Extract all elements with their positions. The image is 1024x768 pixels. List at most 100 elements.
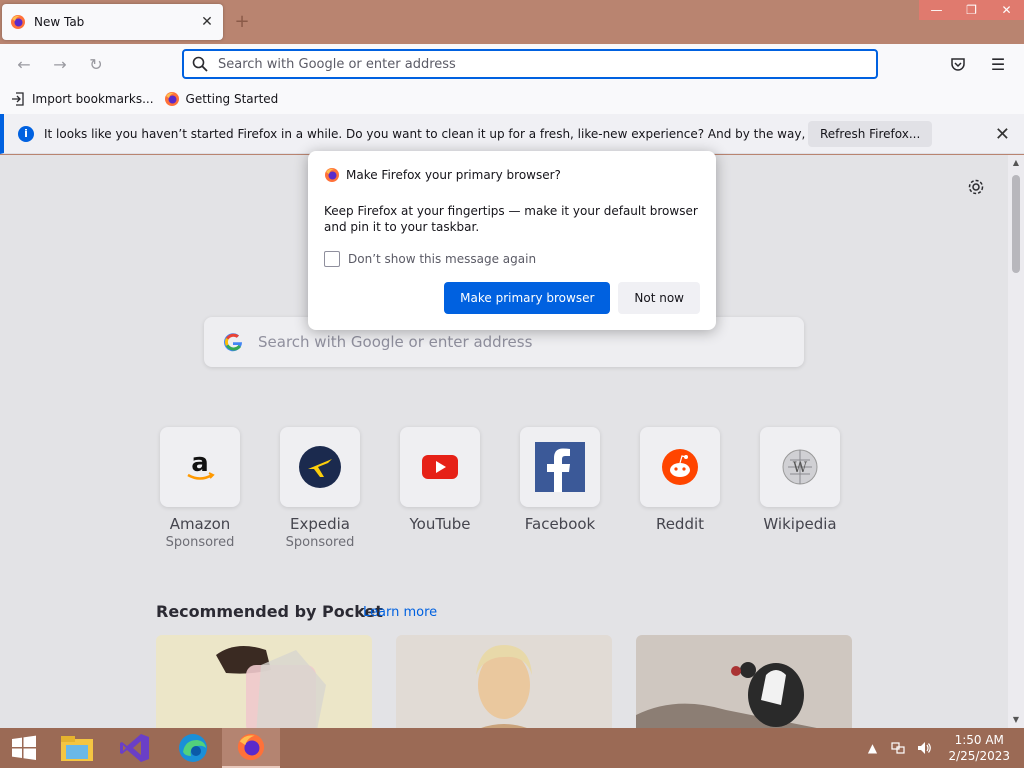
notification-text: It looks like you haven’t started Firefo… bbox=[44, 126, 900, 141]
top-site-amazon[interactable]: a Amazon Sponsored bbox=[160, 427, 240, 550]
tile-title: Reddit bbox=[655, 515, 705, 533]
pocket-card[interactable] bbox=[396, 635, 612, 728]
top-site-expedia[interactable]: Expedia Sponsored bbox=[280, 427, 360, 550]
search-icon bbox=[192, 56, 208, 72]
forward-button[interactable]: → bbox=[42, 48, 78, 80]
page-scrollbar[interactable]: ▲ ▼ bbox=[1008, 155, 1024, 728]
pocket-card-image bbox=[636, 635, 852, 728]
new-tab-button[interactable]: + bbox=[232, 12, 252, 32]
tab-new-tab[interactable]: New Tab ✕ bbox=[2, 4, 223, 40]
taskbar-clock[interactable]: 1:50 AM 2/25/2023 bbox=[942, 732, 1010, 764]
url-bar[interactable] bbox=[182, 49, 878, 79]
navigation-bar: ← → ↻ ☰ bbox=[0, 44, 1024, 84]
youtube-icon bbox=[422, 455, 458, 479]
firefox-icon bbox=[164, 92, 179, 106]
back-button[interactable]: ← bbox=[6, 48, 42, 80]
edge-icon bbox=[179, 734, 207, 762]
amazon-icon: a bbox=[187, 448, 215, 480]
scroll-thumb[interactable] bbox=[1012, 175, 1020, 273]
bookmark-label: Import bookmarks... bbox=[32, 92, 154, 106]
tile-title: Expedia bbox=[290, 515, 350, 533]
svg-text:a: a bbox=[191, 448, 209, 478]
scroll-down-arrow-icon[interactable]: ▼ bbox=[1008, 712, 1024, 728]
pocket-icon bbox=[951, 58, 965, 71]
clock-date: 2/25/2023 bbox=[948, 749, 1010, 763]
tile-title: Wikipedia bbox=[763, 515, 837, 533]
reload-button[interactable]: ↻ bbox=[78, 48, 114, 80]
not-now-button[interactable]: Not now bbox=[618, 282, 700, 314]
url-input[interactable] bbox=[218, 56, 818, 72]
facebook-icon bbox=[535, 442, 585, 492]
expedia-icon bbox=[299, 446, 341, 488]
network-icon[interactable] bbox=[890, 740, 906, 756]
pocket-section-title: Recommended by Pocket bbox=[156, 602, 383, 621]
page-search-placeholder: Search with Google or enter address bbox=[258, 333, 533, 351]
dont-show-again-checkbox[interactable] bbox=[324, 251, 340, 267]
scroll-up-arrow-icon[interactable]: ▲ bbox=[1008, 155, 1024, 171]
taskbar-file-explorer[interactable] bbox=[48, 728, 106, 768]
visual-studio-icon bbox=[120, 734, 149, 762]
default-browser-dialog: Make Firefox your primary browser? Keep … bbox=[308, 151, 716, 330]
pocket-card[interactable] bbox=[156, 635, 372, 728]
dialog-header: Make Firefox your primary browser? bbox=[324, 167, 700, 183]
top-site-facebook[interactable]: Facebook bbox=[520, 427, 600, 550]
top-sites: a Amazon Sponsored Expedia Sponsored You… bbox=[160, 427, 840, 550]
toolbar-right: ☰ bbox=[940, 48, 1016, 80]
windows-icon bbox=[12, 735, 36, 760]
notification-bar: i It looks like you haven’t started Fire… bbox=[0, 114, 1024, 154]
show-hidden-icons-icon[interactable]: ▲ bbox=[864, 740, 880, 756]
reddit-icon bbox=[662, 449, 698, 485]
svg-text:W: W bbox=[793, 460, 808, 476]
close-notification-icon[interactable]: ✕ bbox=[995, 124, 1010, 145]
system-tray: ▲ 1:50 AM 2/25/2023 bbox=[864, 728, 1024, 768]
gear-icon[interactable] bbox=[966, 177, 986, 197]
taskbar-edge[interactable] bbox=[164, 728, 222, 768]
dont-show-again-label: Don’t show this message again bbox=[348, 252, 537, 266]
tile-title: Amazon bbox=[169, 515, 231, 533]
bookmarks-toolbar: Import bookmarks... Getting Started bbox=[0, 84, 1024, 114]
dialog-title: Make Firefox your primary browser? bbox=[346, 168, 561, 182]
taskbar-visual-studio[interactable] bbox=[106, 728, 164, 768]
make-primary-browser-button[interactable]: Make primary browser bbox=[444, 282, 611, 314]
google-icon bbox=[224, 333, 242, 352]
bookmark-import[interactable]: Import bookmarks... bbox=[10, 91, 154, 107]
bookmark-getting-started[interactable]: Getting Started bbox=[164, 91, 279, 107]
tab-close-icon[interactable]: ✕ bbox=[199, 14, 215, 30]
file-explorer-icon bbox=[61, 736, 93, 761]
refresh-firefox-button[interactable]: Refresh Firefox... bbox=[808, 121, 933, 147]
clock-time: 1:50 AM bbox=[954, 733, 1004, 747]
window-controls: — ❐ ✕ bbox=[919, 0, 1024, 20]
title-bar: New Tab ✕ + — ❐ ✕ bbox=[0, 0, 1024, 44]
tile-title: YouTube bbox=[409, 515, 471, 533]
restore-button[interactable]: ❐ bbox=[954, 0, 989, 20]
dialog-actions: Make primary browser Not now bbox=[444, 282, 700, 314]
pocket-card[interactable] bbox=[636, 635, 852, 728]
firefox-icon bbox=[237, 733, 265, 761]
pocket-button[interactable] bbox=[940, 48, 976, 80]
taskbar-firefox[interactable] bbox=[222, 728, 280, 768]
volume-icon[interactable] bbox=[916, 740, 932, 756]
start-button[interactable] bbox=[0, 728, 48, 768]
dialog-body: Keep Firefox at your fingertips — make i… bbox=[324, 204, 698, 234]
bookmark-label: Getting Started bbox=[185, 92, 279, 106]
taskbar: ▲ 1:50 AM 2/25/2023 bbox=[0, 728, 1024, 768]
top-site-youtube[interactable]: YouTube bbox=[400, 427, 480, 550]
tile-sponsored: Sponsored bbox=[285, 535, 355, 550]
pocket-cards bbox=[156, 635, 852, 728]
tile-sponsored: Sponsored bbox=[165, 535, 235, 550]
firefox-icon bbox=[325, 168, 339, 182]
wikipedia-icon: W bbox=[782, 449, 818, 485]
info-icon: i bbox=[18, 125, 34, 142]
minimize-button[interactable]: — bbox=[919, 0, 954, 20]
pocket-card-image bbox=[396, 635, 612, 728]
firefox-icon bbox=[11, 15, 25, 29]
dont-show-again-row[interactable]: Don’t show this message again bbox=[324, 251, 700, 267]
tab-title: New Tab bbox=[34, 15, 85, 29]
top-site-wikipedia[interactable]: W Wikipedia bbox=[760, 427, 840, 550]
tile-title: Facebook bbox=[524, 515, 596, 533]
pocket-learn-more-link[interactable]: Learn more bbox=[363, 605, 437, 620]
close-window-button[interactable]: ✕ bbox=[989, 0, 1024, 20]
import-icon bbox=[12, 92, 24, 106]
menu-button[interactable]: ☰ bbox=[980, 48, 1016, 80]
top-site-reddit[interactable]: Reddit bbox=[640, 427, 720, 550]
